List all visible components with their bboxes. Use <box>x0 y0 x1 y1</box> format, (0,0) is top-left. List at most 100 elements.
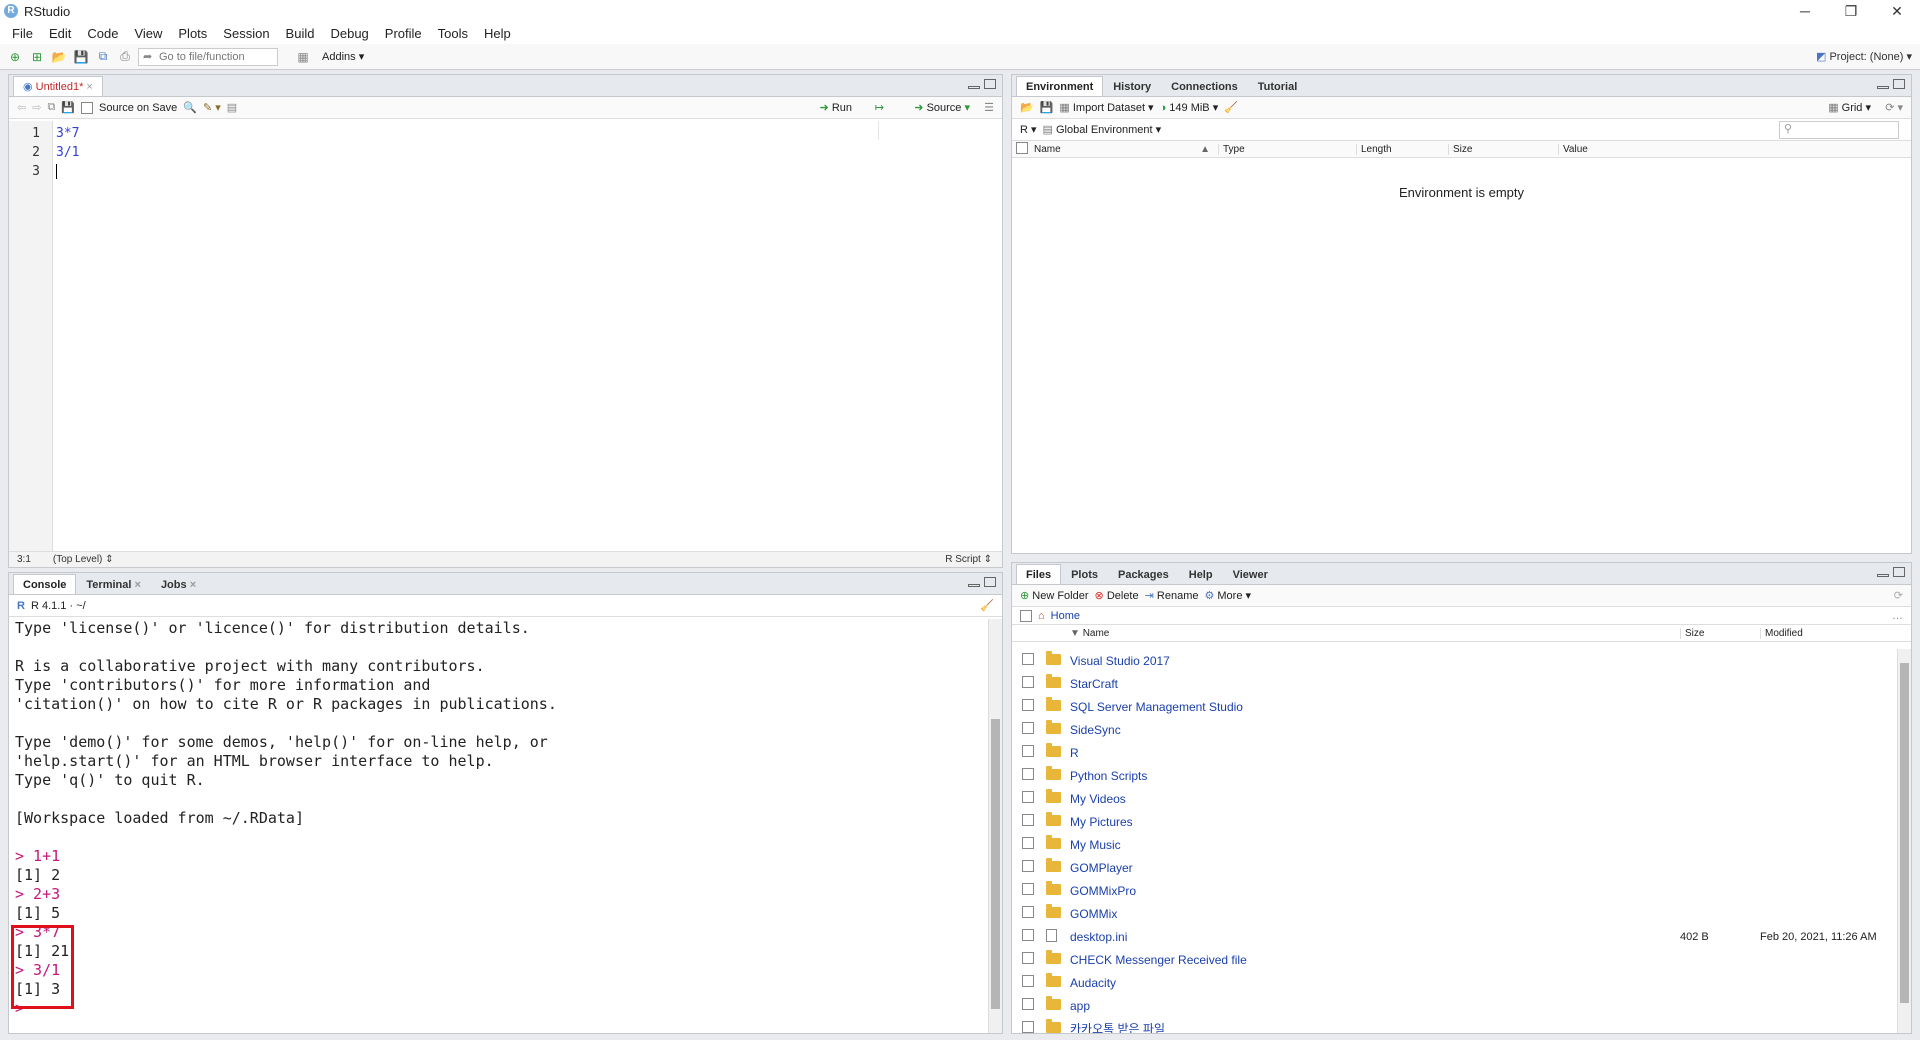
file-name-link[interactable]: My Music <box>1070 838 1680 852</box>
minimize-pane-icon[interactable] <box>1877 86 1889 89</box>
row-checkbox[interactable] <box>1022 952 1034 964</box>
file-name-link[interactable]: desktop.ini <box>1070 930 1680 944</box>
code-editor[interactable]: 1 2 3 3*7 3/1 <box>9 121 1002 551</box>
goto-file-input[interactable]: Go to file/function <box>138 47 278 66</box>
file-row[interactable]: SQL Server Management Studio <box>1012 695 1897 718</box>
file-name-link[interactable]: GOMMixPro <box>1070 884 1680 898</box>
col-type[interactable]: Type <box>1218 143 1356 155</box>
row-checkbox[interactable] <box>1022 676 1034 688</box>
console-output[interactable]: Type 'license()' or 'licence()' for dist… <box>9 619 988 1033</box>
rerun-icon[interactable]: ↦ <box>875 101 884 114</box>
memory-usage-button[interactable]: ◑ 149 MiB ▾ <box>1160 101 1219 114</box>
new-file-icon[interactable]: ⊕ <box>6 49 24 65</box>
refresh-icon[interactable]: ⟳ ▾ <box>1885 101 1903 114</box>
maximize-pane-icon[interactable] <box>984 577 996 587</box>
file-row[interactable]: 카카오톡 받은 파일 <box>1012 1017 1897 1033</box>
code-line[interactable]: 3/1 <box>56 143 1002 162</box>
breadcrumb-home[interactable]: Home <box>1051 610 1080 622</box>
row-checkbox[interactable] <box>1022 814 1034 826</box>
more-button[interactable]: ⚙ More ▾ <box>1204 589 1251 602</box>
show-in-window-icon[interactable]: ⧉ <box>47 101 55 114</box>
menu-profile[interactable]: Profile <box>377 26 430 41</box>
row-checkbox[interactable] <box>1022 906 1034 918</box>
scrollbar-thumb[interactable] <box>991 719 1000 1009</box>
files-scrollbar[interactable] <box>1897 649 1911 1033</box>
close-tab-icon[interactable]: × <box>86 81 92 93</box>
scope-dropdown[interactable]: ▤ Global Environment ▾ <box>1043 123 1162 136</box>
layout-grid-icon[interactable]: ▦ <box>294 49 312 65</box>
row-checkbox[interactable] <box>1022 883 1034 895</box>
tab-help[interactable]: Help <box>1179 564 1223 584</box>
menu-session[interactable]: Session <box>215 26 277 41</box>
file-name-link[interactable]: app <box>1070 999 1680 1013</box>
source-on-save-checkbox[interactable] <box>81 101 93 114</box>
file-name-link[interactable]: Python Scripts <box>1070 769 1680 783</box>
close-tab-icon[interactable]: × <box>135 579 141 591</box>
file-name-link[interactable]: Audacity <box>1070 976 1680 990</box>
file-row[interactable]: desktop.ini 402 B Feb 20, 2021, 11:26 AM <box>1012 925 1897 948</box>
broom-icon[interactable]: 🧹 <box>1224 101 1238 114</box>
file-row[interactable]: My Music <box>1012 833 1897 856</box>
maximize-pane-icon[interactable] <box>1893 79 1905 89</box>
file-row[interactable]: Audacity <box>1012 971 1897 994</box>
row-checkbox[interactable] <box>1022 653 1034 665</box>
row-checkbox[interactable] <box>1022 768 1034 780</box>
tab-packages[interactable]: Packages <box>1108 564 1179 584</box>
file-row[interactable]: GOMMixPro <box>1012 879 1897 902</box>
file-name-link[interactable]: GOMPlayer <box>1070 861 1680 875</box>
menu-tools[interactable]: Tools <box>430 26 476 41</box>
source-button[interactable]: ➜ Source ▾ <box>914 101 970 114</box>
col-size[interactable]: Size <box>1448 143 1558 155</box>
menu-help[interactable]: Help <box>476 26 519 41</box>
minimize-pane-icon[interactable] <box>968 86 980 89</box>
menu-build[interactable]: Build <box>278 26 323 41</box>
row-checkbox[interactable] <box>1022 722 1034 734</box>
tab-console[interactable]: Console <box>13 574 77 594</box>
home-icon[interactable]: ⌂ <box>1038 610 1045 622</box>
file-name-link[interactable]: My Pictures <box>1070 815 1680 829</box>
file-row[interactable]: CHECK Messenger Received file <box>1012 948 1897 971</box>
menu-view[interactable]: View <box>126 26 170 41</box>
row-checkbox[interactable] <box>1022 699 1034 711</box>
save-icon[interactable]: 💾 <box>72 49 90 65</box>
tab-history[interactable]: History <box>1103 76 1161 96</box>
menu-edit[interactable]: Edit <box>41 26 79 41</box>
col-value[interactable]: Value <box>1558 143 1911 155</box>
code-content[interactable]: 3*7 3/1 <box>53 121 1002 551</box>
tab-environment[interactable]: Environment <box>1016 76 1104 96</box>
file-name-link[interactable]: Visual Studio 2017 <box>1070 654 1680 668</box>
file-name-link[interactable]: R <box>1070 746 1680 760</box>
save-file-icon[interactable]: 💾 <box>61 101 75 114</box>
col-size[interactable]: Size <box>1680 627 1760 639</box>
minimize-pane-icon[interactable] <box>968 584 980 587</box>
file-name-link[interactable]: SideSync <box>1070 723 1680 737</box>
minimize-pane-icon[interactable] <box>1877 574 1889 577</box>
close-tab-icon[interactable]: × <box>190 579 196 591</box>
row-checkbox[interactable] <box>1022 791 1034 803</box>
file-row[interactable]: SideSync <box>1012 718 1897 741</box>
file-row[interactable]: R <box>1012 741 1897 764</box>
close-button[interactable]: ✕ <box>1874 0 1920 22</box>
file-name-link[interactable]: 카카오톡 받은 파일 <box>1070 1020 1680 1033</box>
tab-jobs[interactable]: Jobs × <box>151 574 206 594</box>
import-dataset-button[interactable]: ▦ Import Dataset ▾ <box>1059 101 1153 114</box>
file-name-link[interactable]: StarCraft <box>1070 677 1680 691</box>
compile-report-icon[interactable]: ▤ <box>227 101 237 114</box>
more-path-icon[interactable]: … <box>1892 610 1903 622</box>
view-mode-button[interactable]: ▦ Grid ▾ <box>1828 101 1871 114</box>
menu-plots[interactable]: Plots <box>170 26 215 41</box>
forward-icon[interactable]: ⇨ <box>32 101 41 114</box>
project-menu[interactable]: ◩ Project: (None) ▾ <box>1816 50 1912 63</box>
tab-tutorial[interactable]: Tutorial <box>1248 76 1308 96</box>
save-all-icon[interactable]: ⧉ <box>94 49 112 65</box>
select-all-checkbox[interactable] <box>1016 141 1028 154</box>
col-modified[interactable]: Modified <box>1760 627 1911 639</box>
tab-connections[interactable]: Connections <box>1161 76 1248 96</box>
row-checkbox[interactable] <box>1022 860 1034 872</box>
file-row[interactable]: Python Scripts <box>1012 764 1897 787</box>
new-folder-button[interactable]: ⊕ New Folder <box>1020 589 1089 602</box>
menu-code[interactable]: Code <box>79 26 126 41</box>
new-project-icon[interactable]: ⊞ <box>28 49 46 65</box>
scope-selector[interactable]: (Top Level) ⇕ <box>53 554 114 565</box>
tab-plots[interactable]: Plots <box>1061 564 1108 584</box>
